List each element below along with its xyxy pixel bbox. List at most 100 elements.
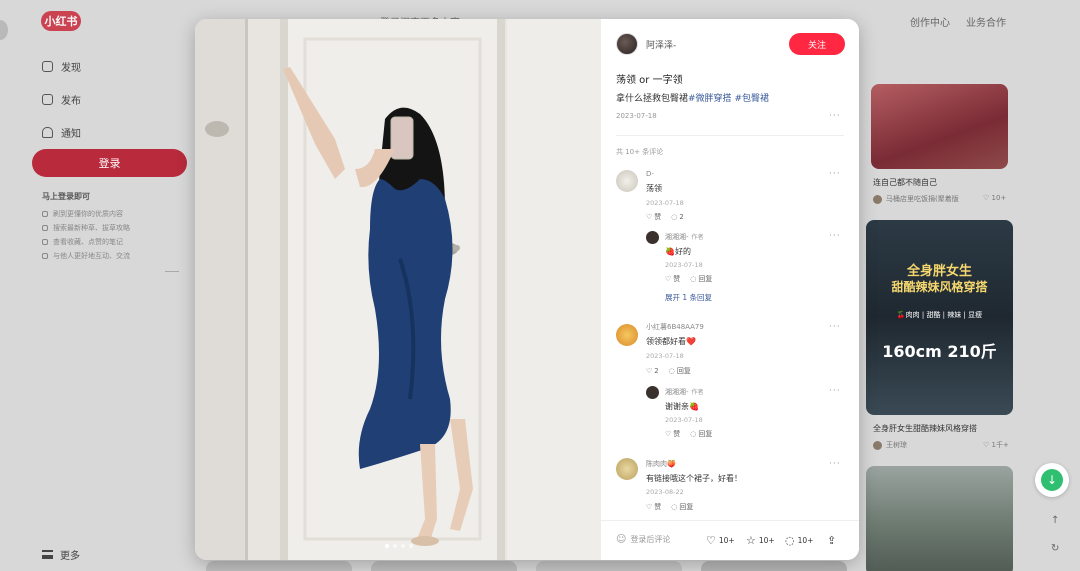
more-label: 更多 [60, 551, 80, 562]
feed-card-image[interactable] [371, 561, 517, 571]
avatar[interactable] [616, 170, 638, 192]
sidebar-item-discover[interactable]: 发现 [42, 59, 81, 74]
collect-stat[interactable]: ☆ 10+ [746, 534, 775, 547]
sidebar-item-label: 发布 [61, 96, 81, 107]
comment-date: 2023-07-18 [646, 352, 684, 360]
page-dot[interactable] [385, 544, 389, 548]
more-options-icon[interactable]: ··· [829, 322, 841, 332]
like-button[interactable]: ♡ 赞 [665, 429, 680, 439]
tip-icon [42, 253, 48, 259]
like-stat[interactable]: ♡ 10+ [706, 534, 735, 547]
note-body: 拿什么拯救包臀裙#微胖穿搭 #包臀裙 [616, 91, 769, 104]
login-tip-title: 马上登录即可 [42, 192, 90, 201]
feed-card-image[interactable] [866, 466, 1013, 571]
page-dot[interactable] [409, 544, 413, 548]
comment-date: 2023-08-22 [646, 488, 684, 496]
feed-card-image[interactable] [206, 561, 352, 571]
comment-input[interactable]: ☺ 登录后评论 [616, 534, 670, 545]
login-button[interactable]: 登录 [32, 149, 187, 177]
home-icon [42, 61, 53, 72]
feed-card-title[interactable]: 全身肝女生甜酷辣妹风格穿搭 [873, 423, 977, 434]
more-options-icon[interactable]: ··· [829, 111, 841, 121]
hashtag-link[interactable]: #微胖穿搭 [688, 94, 732, 104]
follow-button[interactable]: 关注 [789, 33, 845, 55]
reply-author[interactable]: 湘湘湘- 作者 [665, 387, 704, 397]
page-dot[interactable] [393, 544, 397, 548]
author-name[interactable]: 阿泽泽- [646, 38, 676, 51]
star-icon: ☆ [746, 534, 756, 547]
avatar[interactable] [616, 458, 638, 480]
sidebar-item-publish[interactable]: 发布 [42, 92, 81, 107]
author-avatar[interactable] [616, 33, 638, 55]
reply-button[interactable]: ◌ 回复 [690, 274, 712, 284]
avatar [873, 440, 882, 450]
creator-center-link[interactable]: 创作中心 [910, 14, 950, 29]
feed-card-image[interactable]: 全身胖女生 甜酷辣妹风格穿搭 🍒肉肉 | 甜酷 | 辣妹 | 显瘦 160cm … [866, 220, 1013, 415]
comment-text: 荡领 [646, 184, 662, 193]
page-dot[interactable] [401, 544, 405, 548]
commenter-name[interactable]: 小红薯6B48AA79 [646, 322, 704, 332]
note-photo[interactable] [195, 19, 601, 560]
reply-date: 2023-07-18 [665, 416, 703, 424]
hashtag-link[interactable]: #包臀裙 [734, 94, 769, 104]
reply-text: 谢谢亲🍓 [665, 402, 699, 411]
plus-square-icon [42, 94, 53, 105]
reply-date: 2023-07-18 [665, 261, 703, 269]
reply-button[interactable]: ◌ 回复 [669, 366, 691, 376]
tip-icon [42, 225, 48, 231]
feed-card-likes[interactable]: ♡ 10+ [983, 194, 1006, 202]
menu-icon [42, 550, 53, 559]
share-button[interactable]: ⇪ [827, 534, 836, 547]
author-tag: 作者 [691, 389, 704, 396]
comment-actions: ♡ 赞 ◌ 回复 [646, 502, 693, 512]
commenter-name[interactable]: 陈肉肉🍑 [646, 459, 676, 469]
feed-card-likes[interactable]: ♡ 1千+ [983, 440, 1009, 450]
collapse-handle[interactable] [0, 20, 8, 40]
comment-text: 有链接哦这个裙子，好看！ [646, 474, 742, 483]
feed-card-image[interactable] [701, 561, 847, 571]
avatar[interactable] [646, 231, 659, 244]
tip-icon [42, 239, 48, 245]
more-menu[interactable]: 更多 [42, 547, 80, 562]
note-footer: ☺ 登录后评论 ♡ 10+ ☆ 10+ ◌ 10+ ⇪ [601, 520, 859, 560]
divider [616, 135, 844, 136]
note-content-pane: 阿泽泽- 关注 荡领 or 一字领 拿什么拯救包臀裙#微胖穿搭 #包臀裙 202… [601, 19, 859, 560]
reply-actions: ♡ 赞 ◌ 回复 [665, 429, 712, 439]
avatar[interactable] [616, 324, 638, 346]
commenter-name[interactable]: D- [646, 170, 654, 178]
banner-size: 160cm 210斤 [882, 342, 997, 361]
reply-button[interactable]: ◌ 回复 [671, 502, 693, 512]
back-to-top-icon[interactable]: ↑ [1051, 515, 1059, 526]
feed-card-title[interactable]: 连自己都不随自己 [873, 177, 937, 188]
app-logo[interactable]: 小红书 [41, 11, 81, 31]
more-options-icon[interactable]: ··· [829, 231, 841, 241]
heart-icon: ♡ [706, 534, 716, 547]
feed-card-author[interactable]: 王树琼 [873, 440, 907, 450]
comment-stat[interactable]: ◌ 10+ [785, 534, 813, 547]
like-button[interactable]: ♡ 赞 [665, 274, 680, 284]
banner-line: 全身胖女生 [906, 264, 972, 279]
comment-placeholder: 登录后评论 [630, 535, 671, 544]
feed-card-author[interactable]: 马桶店里吃饭捐(聚着版 [873, 194, 959, 204]
expand-replies-link[interactable]: 展开 1 条回复 [665, 292, 712, 303]
refresh-icon[interactable]: ↻ [1051, 543, 1059, 554]
reply-button[interactable]: ◌ 回复 [690, 429, 712, 439]
feed-card-image[interactable] [871, 84, 1008, 169]
business-link[interactable]: 业务合作 [966, 14, 1006, 29]
avatar[interactable] [646, 386, 659, 399]
more-options-icon[interactable]: ··· [829, 169, 841, 179]
photo-pagination[interactable] [385, 544, 413, 548]
photo-illustration [195, 19, 601, 560]
reply-button[interactable]: ◌ 2 [671, 212, 684, 222]
like-button[interactable]: ♡ 2 [646, 366, 659, 376]
sidebar-item-notifications[interactable]: 通知 [42, 125, 81, 140]
like-button[interactable]: ♡ 赞 [646, 212, 661, 222]
like-button[interactable]: ♡ 赞 [646, 502, 661, 512]
more-options-icon[interactable]: ··· [829, 386, 841, 396]
banner-line: 甜酷辣妹风格穿搭 [891, 280, 988, 294]
reply-author[interactable]: 湘湘湘- 作者 [665, 232, 704, 242]
user-icon: ☺ [616, 534, 627, 545]
more-options-icon[interactable]: ··· [829, 459, 841, 469]
feed-card-image[interactable] [536, 561, 682, 571]
download-app-button[interactable]: ↓ [1035, 463, 1069, 497]
